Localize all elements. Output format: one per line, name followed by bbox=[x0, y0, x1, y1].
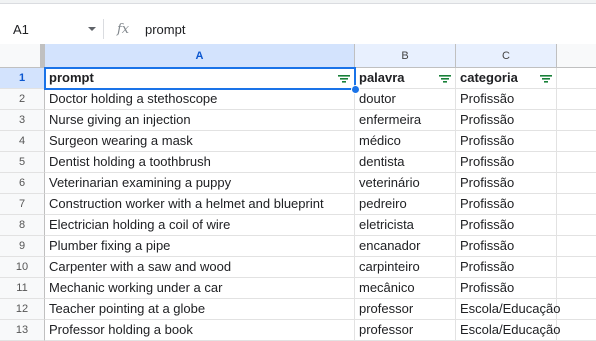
cell-a[interactable]: Nurse giving an injection bbox=[45, 110, 355, 131]
cell-empty[interactable] bbox=[557, 89, 596, 110]
select-all-corner[interactable] bbox=[0, 44, 45, 68]
row-header[interactable]: 10 bbox=[0, 257, 45, 278]
cell-c[interactable]: Profissão bbox=[456, 215, 557, 236]
cell-empty[interactable] bbox=[557, 257, 596, 278]
cell-a[interactable]: Professor holding a book bbox=[45, 320, 355, 341]
cell-b[interactable]: professor bbox=[355, 320, 456, 341]
cell-b[interactable]: carpinteiro bbox=[355, 257, 456, 278]
formula-bar: A1 fx prompt bbox=[0, 14, 596, 44]
cell-b[interactable]: doutor bbox=[355, 89, 456, 110]
row-header[interactable]: 5 bbox=[0, 152, 45, 173]
cell-a[interactable]: prompt bbox=[45, 68, 355, 89]
cell-a[interactable]: Doctor holding a stethoscope bbox=[45, 89, 355, 110]
filter-icon[interactable] bbox=[540, 74, 552, 83]
name-box-value: A1 bbox=[13, 21, 29, 37]
cell-empty[interactable] bbox=[557, 68, 596, 89]
cell-b[interactable]: professor bbox=[355, 299, 456, 320]
cell-c[interactable]: Profissão bbox=[456, 152, 557, 173]
cell-a[interactable]: Construction worker with a helmet and bl… bbox=[45, 194, 355, 215]
row-header[interactable]: 6 bbox=[0, 173, 45, 194]
column-header-a[interactable]: A bbox=[45, 44, 355, 68]
chevron-down-icon[interactable] bbox=[88, 27, 96, 31]
row-header[interactable]: 2 bbox=[0, 89, 45, 110]
filter-icon[interactable] bbox=[439, 74, 451, 83]
cell-b[interactable]: enfermeira bbox=[355, 110, 456, 131]
cell-empty[interactable] bbox=[557, 131, 596, 152]
cell-a[interactable]: Surgeon wearing a mask bbox=[45, 131, 355, 152]
cell-a[interactable]: Plumber fixing a pipe bbox=[45, 236, 355, 257]
cell-b[interactable]: eletricista bbox=[355, 215, 456, 236]
toolbar-bottom-edge bbox=[0, 0, 596, 4]
column-header-d[interactable] bbox=[557, 44, 596, 68]
cell-c[interactable]: Profissão bbox=[456, 236, 557, 257]
cell-b[interactable]: pedreiro bbox=[355, 194, 456, 215]
formula-bar-divider bbox=[103, 19, 104, 39]
cell-a[interactable]: Dentist holding a toothbrush bbox=[45, 152, 355, 173]
cell-b[interactable]: encanador bbox=[355, 236, 456, 257]
cell-c[interactable]: Profissão bbox=[456, 110, 557, 131]
formula-input[interactable]: prompt bbox=[145, 22, 185, 37]
cell-c[interactable]: Profissão bbox=[456, 194, 557, 215]
cell-empty[interactable] bbox=[557, 320, 596, 341]
cell-empty[interactable] bbox=[557, 215, 596, 236]
cell-c[interactable]: Profissão bbox=[456, 131, 557, 152]
row-header[interactable]: 13 bbox=[0, 320, 45, 341]
row-header[interactable]: 4 bbox=[0, 131, 45, 152]
cell-a[interactable]: Mechanic working under a car bbox=[45, 278, 355, 299]
row-header[interactable]: 7 bbox=[0, 194, 45, 215]
cell-a[interactable]: Teacher pointing at a globe bbox=[45, 299, 355, 320]
name-box[interactable]: A1 bbox=[0, 14, 100, 44]
row-header[interactable]: 3 bbox=[0, 110, 45, 131]
cell-c[interactable]: Profissão bbox=[456, 257, 557, 278]
row-header[interactable]: 12 bbox=[0, 299, 45, 320]
cell-c[interactable]: Profissão bbox=[456, 278, 557, 299]
cell-b[interactable]: mecânico bbox=[355, 278, 456, 299]
cell-a[interactable]: Veterinarian examining a puppy bbox=[45, 173, 355, 194]
cell-b[interactable]: veterinário bbox=[355, 173, 456, 194]
cell-b[interactable]: médico bbox=[355, 131, 456, 152]
cell-a[interactable]: Electrician holding a coil of wire bbox=[45, 215, 355, 236]
cell-empty[interactable] bbox=[557, 236, 596, 257]
cell-empty[interactable] bbox=[557, 173, 596, 194]
filter-icon[interactable] bbox=[338, 74, 350, 83]
cell-c[interactable]: Escola/Educação bbox=[456, 320, 560, 341]
cell-c[interactable]: Escola/Educação bbox=[456, 299, 560, 320]
cell-empty[interactable] bbox=[557, 194, 596, 215]
row-header[interactable]: 8 bbox=[0, 215, 45, 236]
fx-icon: fx bbox=[117, 21, 130, 37]
cell-b[interactable]: dentista bbox=[355, 152, 456, 173]
cell-c[interactable]: Profissão bbox=[456, 89, 557, 110]
cell-empty[interactable] bbox=[557, 278, 596, 299]
row-header[interactable]: 9 bbox=[0, 236, 45, 257]
column-header-c[interactable]: C bbox=[456, 44, 557, 68]
cell-c[interactable]: Profissão bbox=[456, 173, 557, 194]
cell-empty[interactable] bbox=[557, 152, 596, 173]
row-header[interactable]: 1 bbox=[0, 68, 45, 89]
row-header[interactable]: 11 bbox=[0, 278, 45, 299]
cell-empty[interactable] bbox=[557, 299, 596, 320]
fill-handle[interactable] bbox=[351, 85, 360, 94]
column-header-b[interactable]: B bbox=[355, 44, 456, 68]
cell-empty[interactable] bbox=[557, 110, 596, 131]
cell-a[interactable]: Carpenter with a saw and wood bbox=[45, 257, 355, 278]
